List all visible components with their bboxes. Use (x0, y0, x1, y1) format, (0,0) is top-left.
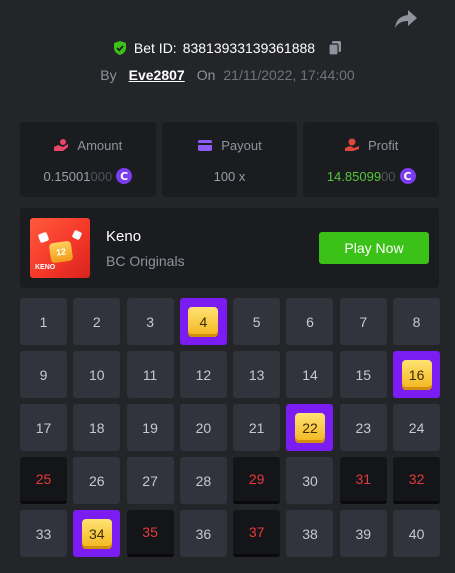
keno-cell-3[interactable]: 3 (126, 298, 174, 345)
share-icon[interactable] (393, 8, 419, 30)
keno-cell-23[interactable]: 23 (339, 404, 387, 451)
keno-cell-20[interactable]: 20 (179, 404, 227, 451)
bet-id-value: 83813933139361888 (182, 40, 316, 56)
payout-value: 100 x (213, 168, 246, 184)
thumb-word: KENO (35, 264, 56, 271)
payout-stat: Payout 100 x (161, 122, 298, 197)
keno-cell-19[interactable]: 19 (126, 404, 174, 451)
play-now-button[interactable]: Play Now (319, 232, 429, 264)
keno-cell-12[interactable]: 12 (179, 351, 227, 398)
keno-cell-13[interactable]: 13 (233, 351, 281, 398)
keno-cell-2[interactable]: 2 (73, 298, 121, 345)
by-label: By (100, 67, 117, 83)
keno-cell-9[interactable]: 9 (20, 351, 67, 398)
copy-icon[interactable] (327, 40, 343, 56)
bet-meta-line: By Eve2807 On 21/11/2022, 17:44:00 (0, 67, 455, 83)
keno-cell-24[interactable]: 24 (393, 404, 441, 451)
keno-cell-11[interactable]: 11 (126, 351, 174, 398)
game-card: 12 KENO Keno BC Originals Play Now (20, 208, 439, 288)
wallet-icon (198, 140, 213, 151)
shield-check-icon (113, 41, 126, 55)
keno-cell-34[interactable]: 34 (73, 510, 121, 557)
keno-cell-39[interactable]: 39 (339, 510, 387, 557)
gem-icon: 34 (81, 518, 112, 549)
payout-label: Payout (221, 137, 262, 153)
keno-cell-18[interactable]: 18 (73, 404, 121, 451)
keno-cell-16[interactable]: 16 (393, 351, 441, 398)
bet-datetime: 21/11/2022, 17:44:00 (223, 67, 355, 83)
keno-thumbnail[interactable]: 12 KENO (30, 218, 90, 278)
bc-coin-icon: C (399, 168, 416, 184)
coins-hand-icon (54, 139, 69, 151)
game-subtitle: BC Originals (106, 253, 185, 269)
bet-id-label: Bet ID: (133, 40, 177, 56)
on-label: On (196, 67, 216, 83)
profit-hand-icon (345, 138, 359, 151)
keno-cell-36[interactable]: 36 (179, 510, 227, 557)
thumb-number: 12 (48, 240, 74, 264)
keno-cell-35[interactable]: 35 (126, 510, 174, 557)
keno-cell-28[interactable]: 28 (179, 457, 227, 504)
profit-value: 14.8509900 (326, 168, 396, 184)
keno-cell-26[interactable]: 26 (73, 457, 121, 504)
keno-cell-5[interactable]: 5 (233, 298, 281, 345)
keno-cell-10[interactable]: 10 (73, 351, 121, 398)
profit-label: Profit (368, 137, 399, 153)
keno-cell-33[interactable]: 33 (20, 510, 67, 557)
keno-cell-31[interactable]: 31 (339, 457, 387, 504)
bet-stats: Amount 0.15001000 C Payout 100 x Profit (20, 122, 440, 197)
keno-cell-15[interactable]: 15 (339, 351, 387, 398)
keno-cell-25[interactable]: 25 (20, 457, 67, 504)
gem-icon: 22 (294, 412, 325, 443)
keno-cell-6[interactable]: 6 (286, 298, 334, 345)
username-link[interactable]: Eve2807 (129, 67, 185, 83)
keno-cell-37[interactable]: 37 (233, 510, 281, 557)
amount-label: Amount (77, 137, 123, 153)
bc-coin-icon: C (116, 168, 133, 184)
keno-cell-32[interactable]: 32 (393, 457, 441, 504)
keno-cell-7[interactable]: 7 (339, 298, 387, 345)
keno-cell-4[interactable]: 4 (179, 298, 227, 345)
keno-cell-22[interactable]: 22 (286, 404, 334, 451)
keno-cell-30[interactable]: 30 (286, 457, 334, 504)
gem-icon: 16 (401, 359, 432, 390)
keno-cell-8[interactable]: 8 (393, 298, 441, 345)
keno-cell-1[interactable]: 1 (20, 298, 67, 345)
game-title: Keno (106, 228, 142, 245)
gem-icon: 4 (188, 306, 219, 337)
dice-icon (37, 231, 50, 244)
keno-grid: 1 2 3 4 5 6 7 8 9 10 11 12 13 14 15 16 17 18 19 20 21 22 23 24 2… (20, 298, 441, 557)
keno-cell-17[interactable]: 17 (20, 404, 67, 451)
amount-stat: Amount 0.15001000 C (20, 122, 156, 197)
dice-icon (71, 229, 83, 241)
profit-stat: Profit 14.8509900 C (303, 122, 440, 197)
keno-cell-27[interactable]: 27 (126, 457, 174, 504)
keno-cell-40[interactable]: 40 (393, 510, 441, 557)
keno-cell-38[interactable]: 38 (286, 510, 334, 557)
keno-cell-21[interactable]: 21 (233, 404, 281, 451)
keno-cell-29[interactable]: 29 (233, 457, 281, 504)
keno-cell-14[interactable]: 14 (286, 351, 334, 398)
amount-value: 0.15001000 (43, 168, 113, 184)
bet-id-line: Bet ID: 83813933139361888 (0, 40, 455, 56)
